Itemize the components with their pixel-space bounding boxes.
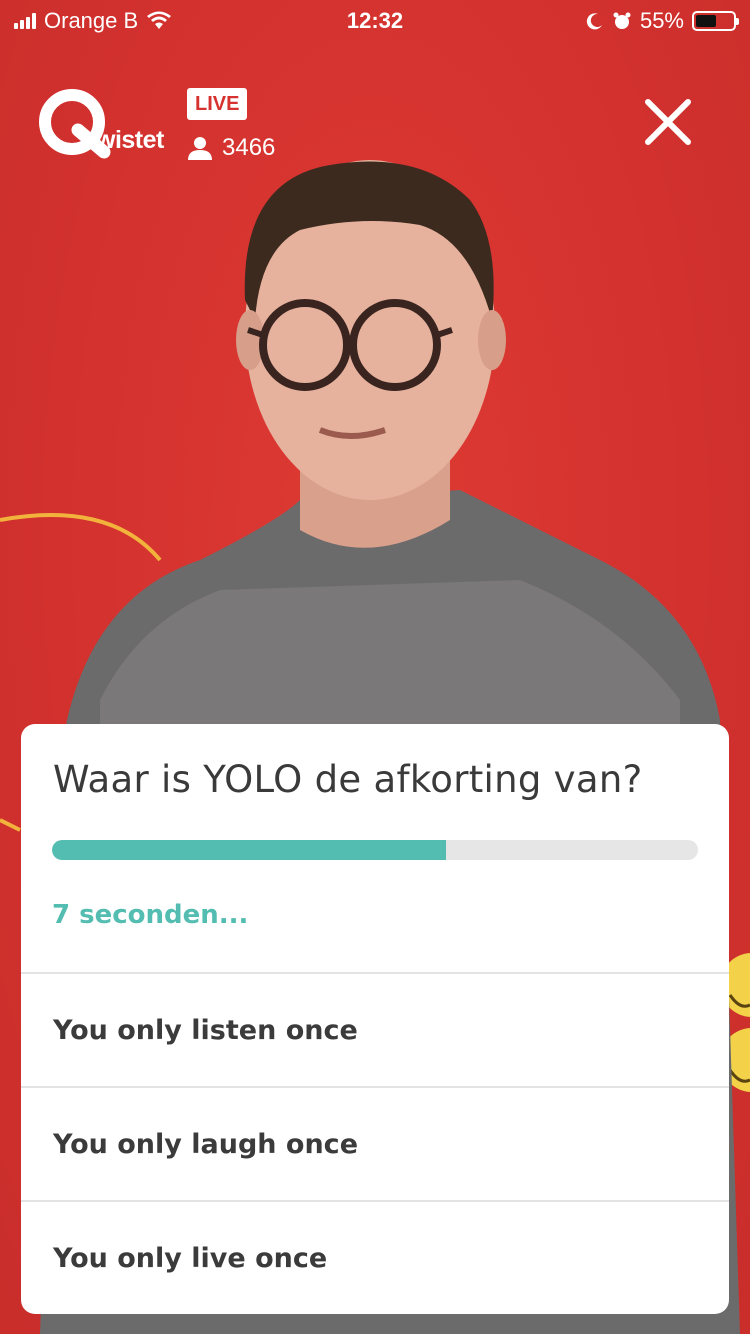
wifi-icon (147, 11, 172, 29)
countdown-progress-bar (52, 840, 698, 860)
signal-icon (14, 13, 36, 29)
live-badge: LIVE (187, 88, 248, 120)
viewer-count-value: 3466 (222, 134, 276, 161)
user-icon (188, 137, 212, 160)
brand-wordmark: wistet (96, 126, 164, 154)
close-button[interactable] (638, 92, 698, 152)
battery-percent: 55% (639, 8, 684, 33)
countdown-text: 7 seconden... (52, 900, 249, 930)
alarm-icon (613, 12, 631, 29)
answer-option-1[interactable]: You only listen once (21, 972, 729, 1086)
status-bar: Orange B 12:32 55% (0, 0, 750, 42)
answer-list: You only listen once You only laugh once… (21, 972, 729, 1314)
answer-option-2[interactable]: You only laugh once (21, 1086, 729, 1200)
carrier-name: Orange B (44, 8, 139, 33)
viewer-count: 3466 (188, 134, 275, 162)
question-card: Waar is YOLO de afkorting van? 7 seconde… (21, 724, 729, 1314)
brand-logo: wistet (34, 86, 164, 162)
question-text: Waar is YOLO de afkorting van? (53, 758, 643, 801)
answer-option-3[interactable]: You only live once (21, 1200, 729, 1314)
moon-icon (586, 13, 602, 30)
battery-icon (692, 11, 739, 31)
countdown-progress-fill (52, 840, 447, 860)
close-icon (645, 99, 691, 145)
